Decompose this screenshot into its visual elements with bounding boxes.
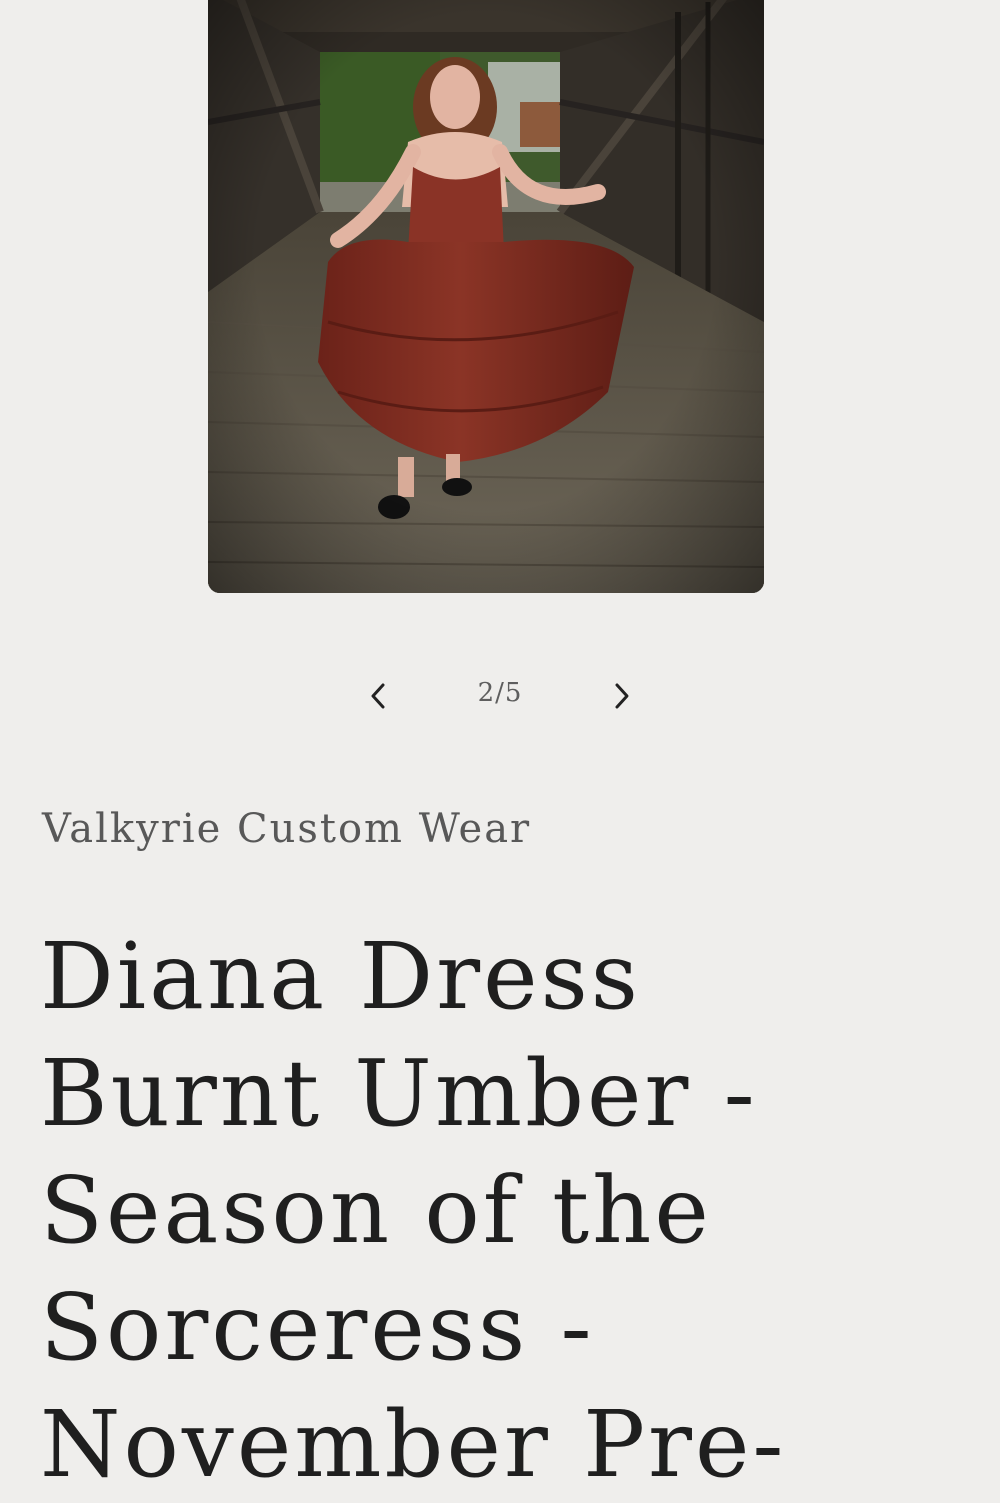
chevron-right-icon	[615, 683, 629, 709]
product-photo	[208, 0, 764, 593]
product-vendor: Valkyrie Custom Wear	[42, 806, 532, 852]
slider-counter: 2/5	[477, 678, 523, 708]
chevron-left-icon	[371, 683, 385, 709]
slider-prev-button[interactable]	[354, 672, 402, 720]
slider-next-button[interactable]	[598, 672, 646, 720]
product-title: Diana Dress Burnt Umber - Season of the …	[40, 923, 787, 1498]
product-image[interactable]	[208, 0, 764, 593]
slider-controls: 2/5	[0, 660, 1000, 732]
